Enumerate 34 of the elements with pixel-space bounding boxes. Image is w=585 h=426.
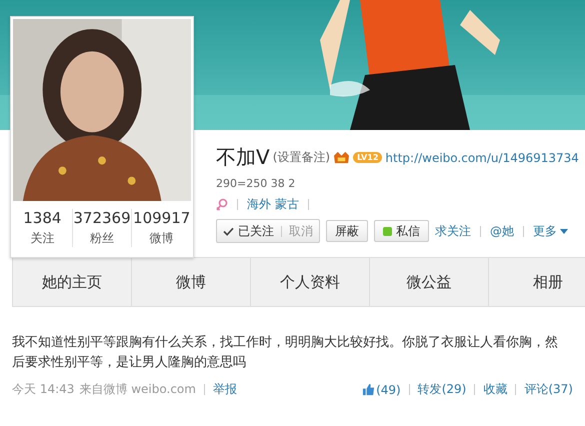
nav-tab[interactable]: 个人资料 — [250, 258, 369, 306]
comment-link[interactable]: 评论(37) — [524, 381, 573, 398]
level-badge: LV12 — [353, 152, 382, 163]
set-remark-link[interactable]: (设置备注) — [272, 149, 330, 166]
more-menu[interactable]: 更多 — [533, 222, 568, 240]
crown-icon — [333, 150, 350, 165]
post-text: 我不知道性别平等跟胸有什么关系，找工作时，明明胸大比较好找。你脱了衣服让人看你胸，然后要求性别平等，是让男人隆胸的意思吗 — [12, 334, 559, 372]
nav-tab[interactable]: 相册 — [488, 258, 585, 306]
followed-label: 已关注 — [238, 222, 274, 240]
user-name: 不加V — [216, 144, 270, 171]
nav-tab[interactable]: 微公益 — [369, 258, 488, 306]
bio-text: 290=250 38 2 — [216, 177, 296, 190]
stat-label[interactable]: 关注 — [30, 230, 54, 247]
thumbs-up-icon — [362, 383, 376, 396]
like-link[interactable]: (49) — [362, 382, 401, 396]
stat-label[interactable]: 粉丝 — [90, 230, 114, 247]
stat-label[interactable]: 微博 — [150, 230, 174, 247]
repost-link[interactable]: 转发(29) — [418, 381, 466, 398]
stat-count[interactable]: 372369 — [73, 209, 131, 227]
favorite-link[interactable]: 收藏 — [483, 381, 508, 398]
mention-link[interactable]: @她 — [490, 222, 514, 240]
caret-icon — [560, 228, 568, 234]
check-icon — [223, 226, 234, 236]
nav-tab[interactable]: 她的主页 — [12, 258, 131, 306]
message-button[interactable]: 私信 — [374, 220, 429, 242]
block-button[interactable]: 屏蔽 — [326, 220, 368, 242]
stat-count[interactable]: 1384 — [23, 209, 62, 227]
ask-follow-link[interactable]: 求关注 — [435, 222, 471, 240]
nav-tab[interactable]: 微博 — [131, 258, 250, 306]
report-link[interactable]: 举报 — [212, 381, 237, 398]
location-link[interactable]: 海外 蒙古 — [247, 196, 299, 213]
stat-count[interactable]: 109917 — [133, 209, 190, 227]
profile-url-link[interactable]: http://weibo.com/u/1496913734 — [385, 150, 579, 164]
female-icon — [216, 198, 228, 212]
